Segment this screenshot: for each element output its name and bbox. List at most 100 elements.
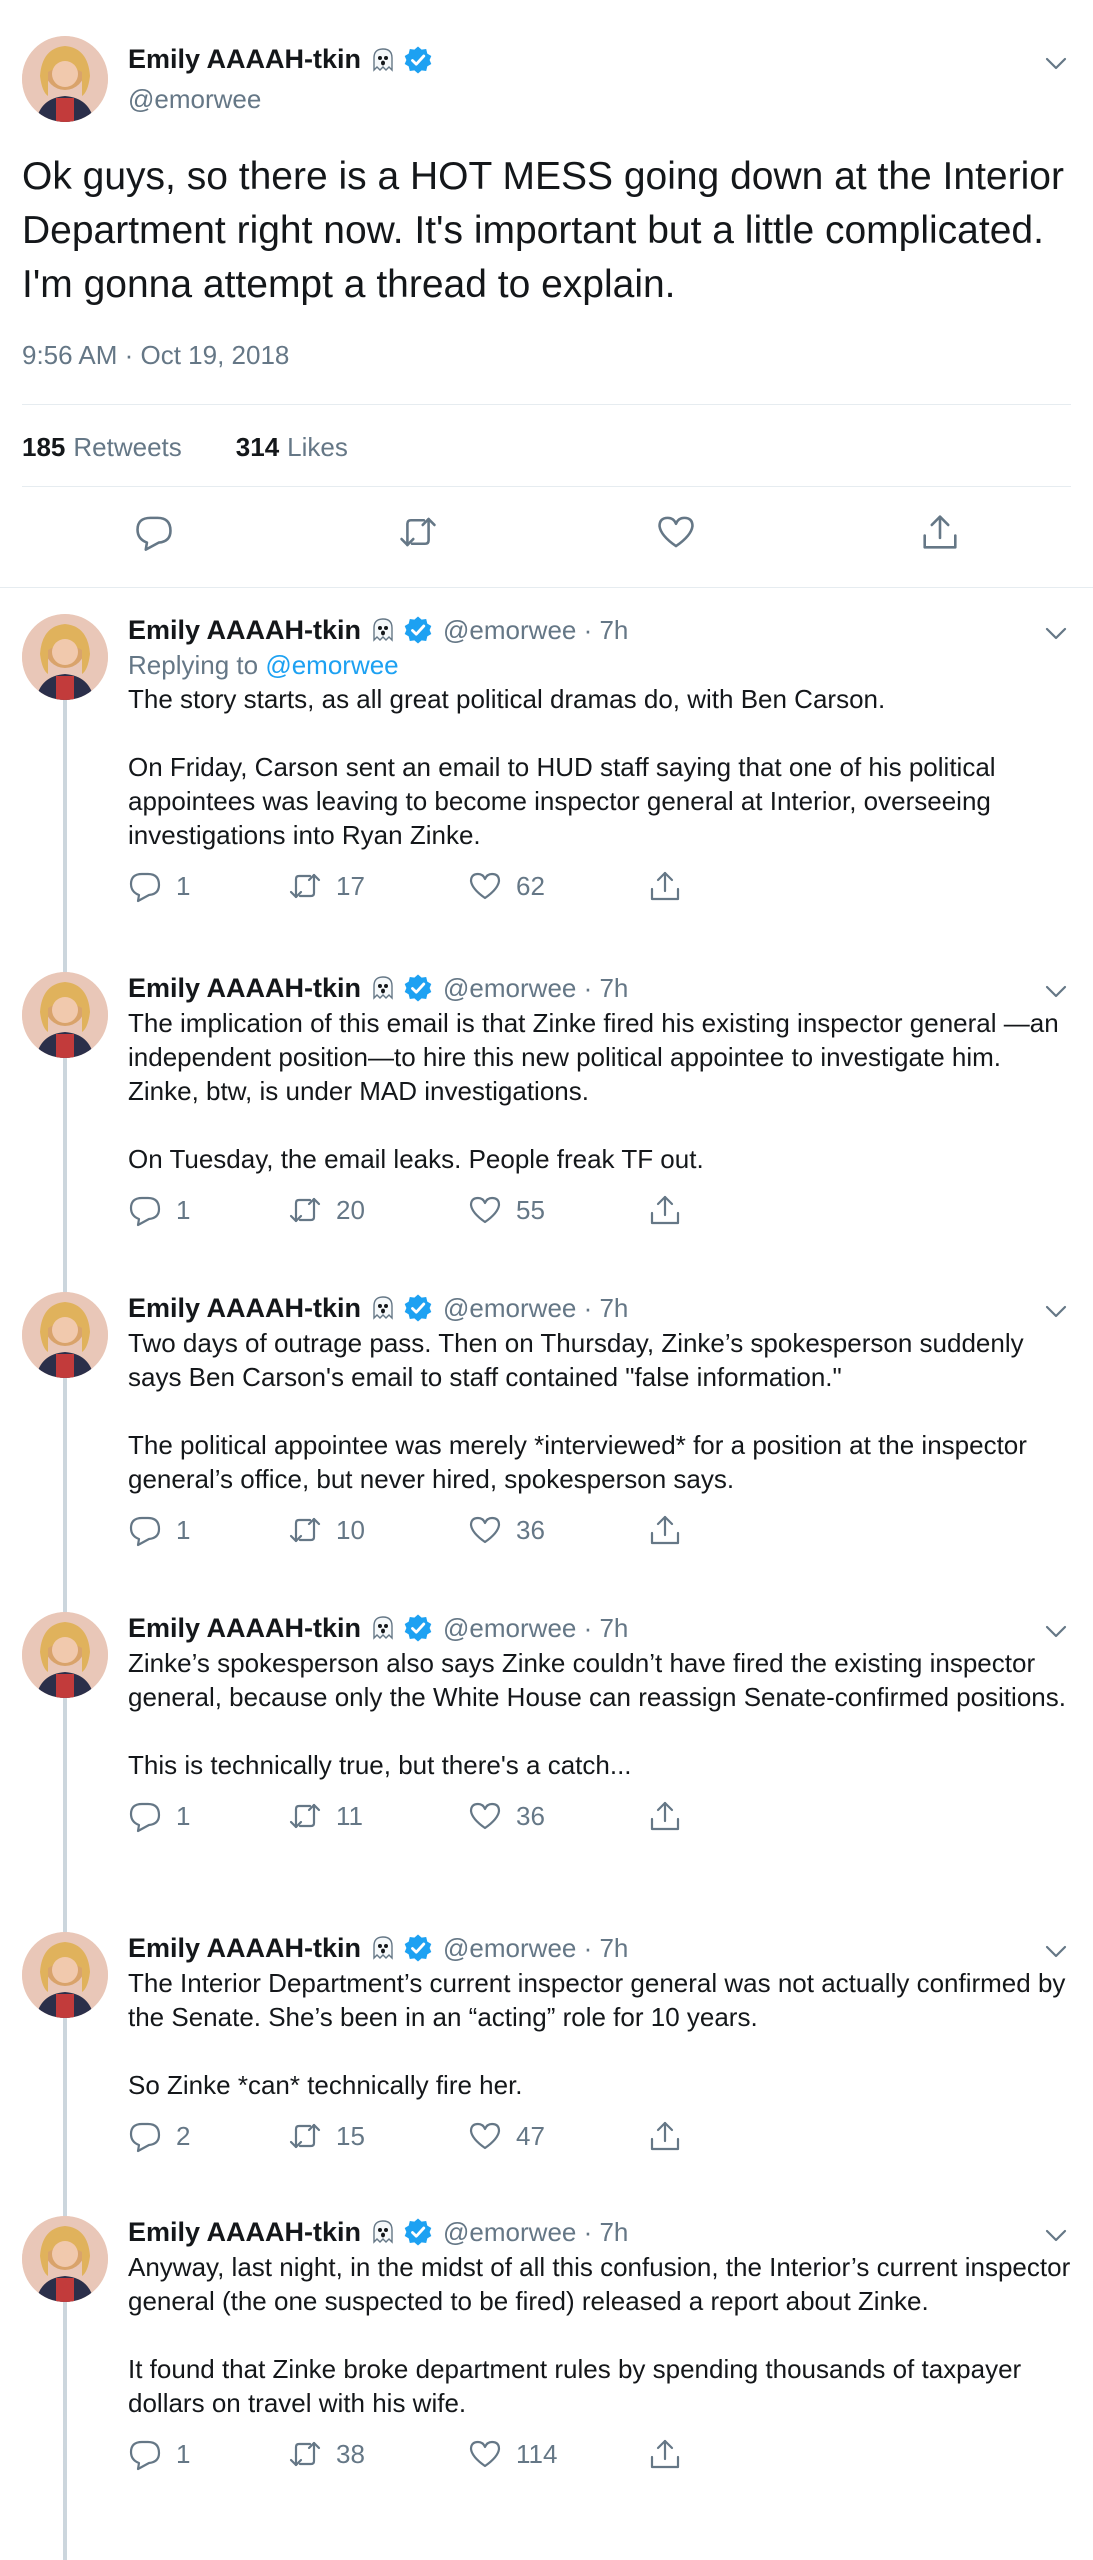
handle-time[interactable]: @emorwee · 7h (443, 615, 628, 646)
reply-actions: 1 38 114 (128, 2434, 1073, 2474)
chevron-down-icon[interactable] (1041, 48, 1071, 78)
retweet-button[interactable]: 38 (288, 2437, 468, 2471)
replying-to-link[interactable]: @emorwee (265, 650, 398, 680)
handle-time[interactable]: @emorwee · 7h (443, 1293, 628, 1324)
ghost-emoji-icon (369, 974, 397, 1002)
reply-button[interactable]: 1 (128, 1799, 288, 1833)
like-icon (468, 2437, 502, 2471)
reply-tweet: Emily AAAAH-tkin @emorwee · 7h Replying … (0, 592, 1093, 950)
share-icon[interactable] (920, 512, 960, 552)
reply-icon (128, 1513, 162, 1547)
like-button[interactable]: 62 (468, 869, 648, 903)
avatar[interactable] (22, 972, 108, 1058)
verified-badge-icon (403, 2217, 433, 2247)
author-name[interactable]: Emily AAAAH-tkin (128, 1293, 361, 1324)
author-name[interactable]: Emily AAAAH-tkin (128, 973, 361, 1004)
retweet-button[interactable]: 15 (288, 2119, 468, 2153)
retweet-count: 10 (336, 1514, 365, 1545)
retweet-count: 38 (336, 2438, 365, 2469)
share-icon (648, 1799, 682, 1833)
tweet-timestamp[interactable]: 9:56 AM · Oct 19, 2018 (22, 340, 289, 371)
like-button[interactable]: 114 (468, 2437, 648, 2471)
like-count: 55 (516, 1194, 545, 1225)
avatar[interactable] (22, 614, 108, 700)
verified-badge-icon (403, 1933, 433, 1963)
reply-button[interactable]: 1 (128, 2437, 288, 2471)
reply-button[interactable]: 1 (128, 1513, 288, 1547)
reply-button[interactable]: 1 (128, 869, 288, 903)
share-button[interactable] (648, 2119, 696, 2153)
share-button[interactable] (648, 2437, 696, 2471)
retweets-stat[interactable]: 185 Retweets (22, 432, 182, 463)
reply-icon (128, 2437, 162, 2471)
like-count: 36 (516, 1800, 545, 1831)
handle-time[interactable]: @emorwee · 7h (443, 1613, 628, 1644)
reply-button[interactable]: 2 (128, 2119, 288, 2153)
likes-count: 314 (235, 432, 280, 462)
reply-tweet: Emily AAAAH-tkin @emorwee · 7h Zinke’s s… (0, 1590, 1093, 1910)
like-button[interactable]: 55 (468, 1193, 648, 1227)
avatar[interactable] (22, 2216, 108, 2302)
ghost-emoji-icon (369, 616, 397, 644)
retweet-icon (288, 1799, 322, 1833)
ghost-emoji-icon (369, 1934, 397, 1962)
divider (22, 404, 1071, 405)
like-button[interactable]: 36 (468, 1513, 648, 1547)
retweet-icon[interactable] (398, 512, 438, 552)
reply-count: 1 (176, 1514, 191, 1545)
retweet-button[interactable]: 20 (288, 1193, 468, 1227)
reply-button[interactable]: 1 (128, 1193, 288, 1227)
avatar[interactable] (22, 36, 108, 122)
reply-icon (128, 1799, 162, 1833)
reply-icon[interactable] (134, 512, 174, 552)
like-button[interactable]: 47 (468, 2119, 648, 2153)
author-name[interactable]: Emily AAAAH-tkin (128, 44, 361, 75)
retweets-count: 185 (22, 432, 66, 462)
retweet-button[interactable]: 10 (288, 1513, 468, 1547)
share-button[interactable] (648, 1513, 696, 1547)
engagement-stats: 185 Retweets 314 Likes (22, 432, 348, 463)
share-button[interactable] (648, 1193, 696, 1227)
like-icon (468, 2119, 502, 2153)
replying-prefix: Replying to (128, 650, 259, 680)
like-count: 47 (516, 2120, 545, 2151)
retweet-count: 20 (336, 1194, 365, 1225)
reply-icon (128, 1193, 162, 1227)
retweet-icon (288, 2437, 322, 2471)
share-button[interactable] (648, 869, 696, 903)
avatar[interactable] (22, 1932, 108, 2018)
reply-tweet: Emily AAAAH-tkin @emorwee · 7h Anyway, l… (0, 2194, 1093, 2560)
reply-icon (128, 869, 162, 903)
author-name[interactable]: Emily AAAAH-tkin (128, 615, 361, 646)
share-icon (648, 1513, 682, 1547)
author-name[interactable]: Emily AAAAH-tkin (128, 1933, 361, 1964)
avatar[interactable] (22, 1292, 108, 1378)
author-handle[interactable]: @emorwee (128, 84, 261, 115)
avatar[interactable] (22, 1612, 108, 1698)
like-icon[interactable] (656, 512, 696, 552)
handle-time[interactable]: @emorwee · 7h (443, 2217, 628, 2248)
verified-badge-icon (403, 973, 433, 1003)
author-name[interactable]: Emily AAAAH-tkin (128, 2217, 361, 2248)
retweet-icon (288, 869, 322, 903)
reply-text: The story starts, as all great political… (128, 684, 996, 850)
reply-count: 1 (176, 870, 191, 901)
main-tweet: Emily AAAAH-tkin @emorwee Ok guys, so th… (0, 0, 1093, 588)
tweet-actions (0, 512, 1093, 562)
retweet-button[interactable]: 11 (288, 1799, 468, 1833)
author-name-row: Emily AAAAH-tkin (128, 44, 433, 75)
like-button[interactable]: 36 (468, 1799, 648, 1833)
handle-time[interactable]: @emorwee · 7h (443, 973, 628, 1004)
retweets-label: Retweets (73, 432, 182, 462)
likes-stat[interactable]: 314 Likes (236, 432, 348, 463)
like-icon (468, 1799, 502, 1833)
likes-label: Likes (287, 432, 348, 462)
retweet-icon (288, 1513, 322, 1547)
like-count: 114 (516, 2438, 558, 2469)
author-name[interactable]: Emily AAAAH-tkin (128, 1613, 361, 1644)
reply-count: 1 (176, 1800, 191, 1831)
like-icon (468, 1513, 502, 1547)
handle-time[interactable]: @emorwee · 7h (443, 1933, 628, 1964)
share-button[interactable] (648, 1799, 696, 1833)
retweet-button[interactable]: 17 (288, 869, 468, 903)
